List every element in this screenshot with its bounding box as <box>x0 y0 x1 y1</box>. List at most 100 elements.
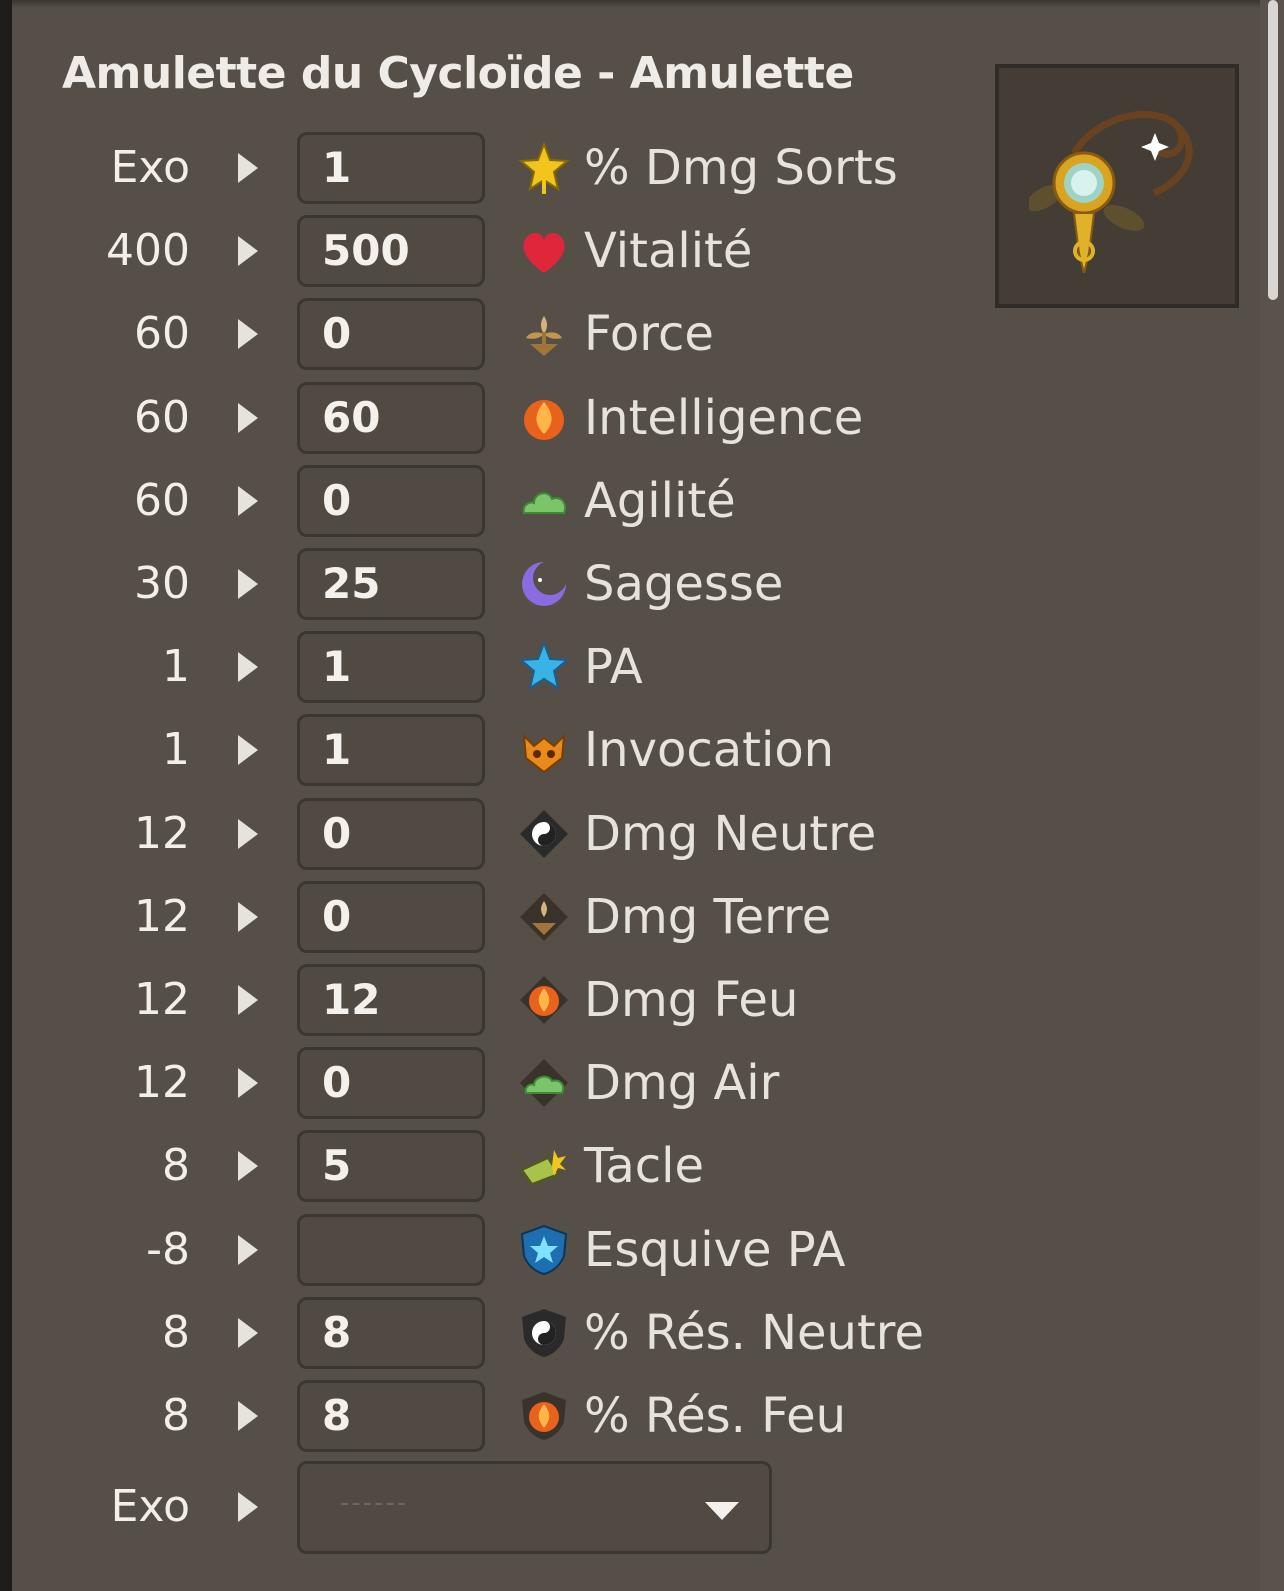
stat-base-value: 8 <box>162 1306 190 1358</box>
stat-row: 8 8 % Rés. Feu <box>0 1380 960 1452</box>
triangle-right-icon[interactable] <box>236 566 260 602</box>
stat-base-value: 12 <box>134 890 190 942</box>
stat-row: 60 0 Agilité <box>0 464 960 537</box>
stat-label: Invocation <box>584 722 835 779</box>
scrollbar[interactable] <box>1260 0 1284 1591</box>
stat-label: Tacle <box>584 1138 705 1195</box>
triangle-right-icon[interactable] <box>236 649 260 685</box>
fire-resistance-icon <box>522 1392 566 1440</box>
amulet-image <box>1029 110 1193 273</box>
moon-icon <box>522 561 567 606</box>
stat-row: 12 0 Dmg Neutre <box>0 797 960 870</box>
stat-label: Force <box>584 306 714 363</box>
stat-base-value: 1 <box>162 724 190 776</box>
triangle-right-icon[interactable] <box>236 316 260 352</box>
stat-label: Dmg Feu <box>584 972 799 1028</box>
stat-label: % Rés. Feu <box>584 1388 847 1444</box>
stat-base-value: 1 <box>162 641 190 693</box>
triangle-right-icon[interactable] <box>236 1232 260 1268</box>
stat-value-input[interactable]: 5 <box>297 1130 485 1203</box>
triangle-right-icon[interactable] <box>236 1315 260 1351</box>
stat-row: 12 12 Dmg Feu <box>0 964 960 1036</box>
triangle-right-icon[interactable] <box>236 150 260 186</box>
exo-select-base-label: Exo <box>110 1481 190 1532</box>
stat-base-value: 30 <box>134 558 190 609</box>
triangle-right-icon[interactable] <box>236 233 260 269</box>
stat-value-input[interactable]: 1 <box>297 631 485 704</box>
stat-label: Dmg Neutre <box>584 805 877 862</box>
stat-value-input[interactable]: 500 <box>297 215 485 288</box>
stat-base-value: 12 <box>134 974 190 1025</box>
stat-value-input[interactable]: 60 <box>297 381 485 454</box>
scrollbar-thumb[interactable] <box>1268 0 1278 300</box>
item-image-frame <box>995 64 1239 308</box>
exo-select[interactable]: ------ <box>297 1461 772 1554</box>
top-border <box>12 0 1284 8</box>
stat-value-input[interactable]: 0 <box>297 464 485 537</box>
stat-value-input[interactable]: 1 <box>297 132 485 204</box>
triangle-right-icon[interactable] <box>236 483 260 519</box>
triangle-right-icon[interactable] <box>236 1148 260 1184</box>
stat-label: Dmg Terre <box>584 888 832 945</box>
stat-base-value: -8 <box>146 1223 190 1275</box>
stat-base-value: Exo <box>110 142 190 193</box>
stat-value-input[interactable]: 8 <box>297 1380 485 1452</box>
triangle-right-icon <box>238 1492 258 1522</box>
stat-base-value: 400 <box>106 225 190 277</box>
triangle-right-icon[interactable] <box>236 400 260 436</box>
stat-value-input[interactable] <box>297 1213 485 1286</box>
triangle-right-icon[interactable] <box>236 899 260 935</box>
stat-label: PA <box>584 639 643 696</box>
blue-star-icon <box>518 641 570 691</box>
stat-row: 30 25 Sagesse <box>0 548 960 620</box>
stat-row: 1 1 Invocation <box>0 714 960 787</box>
stat-value-input[interactable]: 1 <box>297 714 485 787</box>
stat-base-value: 12 <box>134 807 190 859</box>
stat-value-input[interactable]: 0 <box>297 1047 485 1120</box>
stat-row: 60 60 Intelligence <box>0 381 960 454</box>
stat-label: Agilité <box>584 472 736 529</box>
stat-label: % Dmg Sorts <box>584 140 898 196</box>
stat-value-input[interactable]: 12 <box>297 964 485 1036</box>
stat-row: 8 8 % Rés. Neutre <box>0 1296 960 1369</box>
stat-row: 8 5 Tacle <box>0 1130 960 1203</box>
stat-value-input[interactable]: 8 <box>297 1296 485 1369</box>
earth-damage-icon <box>520 892 568 941</box>
stat-label: Intelligence <box>584 389 864 446</box>
triangle-right-icon[interactable] <box>236 1398 260 1434</box>
triangle-right-icon[interactable] <box>236 982 260 1018</box>
stat-base-value: 8 <box>162 1390 190 1441</box>
triangle-right-icon[interactable] <box>236 1065 260 1101</box>
air-damage-icon <box>520 1059 568 1108</box>
stat-label: Vitalité <box>584 223 753 280</box>
chevron-down-icon <box>705 1502 739 1520</box>
stat-row: -8 Esquive PA <box>0 1213 960 1286</box>
neutral-yinyang-icon <box>520 809 568 858</box>
fire-damage-icon <box>520 976 568 1024</box>
heart-icon <box>523 233 565 274</box>
stat-row: 60 0 Force <box>0 298 960 371</box>
stat-row: 1 1 PA <box>0 631 960 704</box>
triangle-right-icon[interactable] <box>236 732 260 768</box>
lock-tackle-icon <box>520 1150 566 1186</box>
stat-value-input[interactable]: 0 <box>297 298 485 371</box>
stat-label: Dmg Air <box>584 1055 780 1112</box>
stat-label: Esquive PA <box>584 1221 846 1278</box>
item-title: Amulette du Cycloïde - Amulette <box>62 48 854 99</box>
stat-base-value: 60 <box>134 391 190 443</box>
earth-plant-icon <box>526 316 562 357</box>
stat-label: Sagesse <box>584 556 784 612</box>
fire-icon <box>524 399 564 440</box>
stat-value-input[interactable]: 25 <box>297 548 485 620</box>
stat-base-value: 8 <box>162 1140 190 1192</box>
stat-row: 12 0 Dmg Air <box>0 1047 960 1120</box>
stat-label: % Rés. Neutre <box>584 1304 925 1361</box>
stat-row: 12 0 Dmg Terre <box>0 880 960 953</box>
stat-base-value: 60 <box>134 308 190 360</box>
stat-value-input[interactable]: 0 <box>297 880 485 953</box>
triangle-right-icon[interactable] <box>236 816 260 852</box>
stat-row: Exo 1 % Dmg Sorts <box>0 132 960 204</box>
stat-row: 400 500 Vitalité <box>0 215 960 288</box>
exo-select-value: ------ <box>340 1488 409 1518</box>
stat-value-input[interactable]: 0 <box>297 797 485 870</box>
